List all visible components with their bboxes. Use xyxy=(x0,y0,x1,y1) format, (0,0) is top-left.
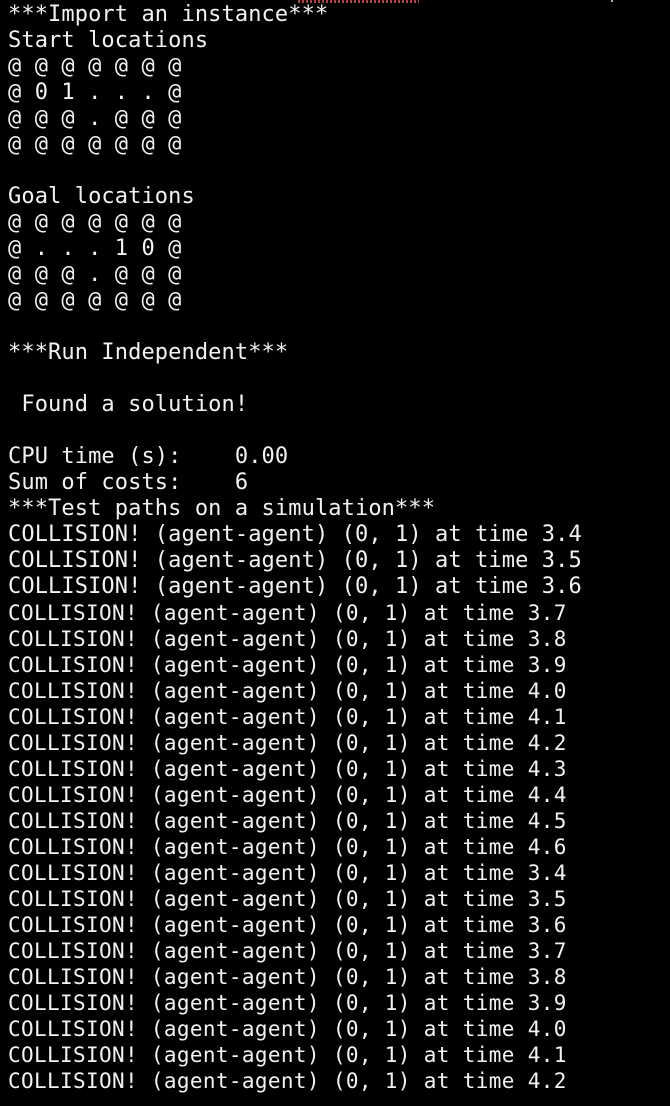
terminal-line-sum-of-costs: Sum of costs: 6 xyxy=(8,470,249,495)
terminal-line-collision: COLLISION! (agent-agent) (0, 1) at time … xyxy=(8,965,567,989)
terminal-line-goal-grid-row-4: @ @ @ @ @ @ @ xyxy=(8,288,182,313)
terminal-line-collision: COLLISION! (agent-agent) (0, 1) at time … xyxy=(8,574,582,599)
terminal-line-goal-locations-title: Goal locations xyxy=(8,184,195,209)
terminal-line-found-solution: Found a solution! xyxy=(8,392,249,417)
terminal-line-start-grid-row-4: @ @ @ @ @ @ @ xyxy=(8,132,182,157)
terminal-line-collision: COLLISION! (agent-agent) (0, 1) at time … xyxy=(8,783,567,807)
terminal-line-goal-grid-row-1: @ @ @ @ @ @ @ xyxy=(8,210,182,235)
terminal-line-test-paths: ***Test paths on a simulation*** xyxy=(8,496,436,521)
terminal-line-collision: COLLISION! (agent-agent) (0, 1) at time … xyxy=(8,1043,567,1067)
terminal-output: ***Import an instance*** Start locations… xyxy=(8,2,670,1094)
terminal-line-collision: COLLISION! (agent-agent) (0, 1) at time … xyxy=(8,1017,567,1041)
terminal-line-collision: COLLISION! (agent-agent) (0, 1) at time … xyxy=(8,939,567,963)
terminal-line-run-independent: ***Run Independent*** xyxy=(8,340,289,365)
terminal-line-collision: COLLISION! (agent-agent) (0, 1) at time … xyxy=(8,679,567,703)
terminal-line-cpu-time: CPU time (s): 0.00 xyxy=(8,444,289,469)
terminal-line-collision: COLLISION! (agent-agent) (0, 1) at time … xyxy=(8,653,567,677)
terminal-line-collision: COLLISION! (agent-agent) (0, 1) at time … xyxy=(8,835,567,859)
terminal-line-collision: COLLISION! (agent-agent) (0, 1) at time … xyxy=(8,913,567,937)
terminal-line-goal-grid-row-2: @ . . . 1 0 @ xyxy=(8,236,182,261)
terminal-line-collision: COLLISION! (agent-agent) (0, 1) at time … xyxy=(8,757,567,781)
terminal-line-collision: COLLISION! (agent-agent) (0, 1) at time … xyxy=(8,627,567,651)
terminal-line-collision: COLLISION! (agent-agent) (0, 1) at time … xyxy=(8,887,567,911)
terminal-line-collision: COLLISION! (agent-agent) (0, 1) at time … xyxy=(8,522,582,547)
terminal-line-collision: COLLISION! (agent-agent) (0, 1) at time … xyxy=(8,1069,567,1093)
terminal-line-collision: COLLISION! (agent-agent) (0, 1) at time … xyxy=(8,705,567,729)
terminal-line-collision: COLLISION! (agent-agent) (0, 1) at time … xyxy=(8,548,582,573)
terminal-line-start-grid-row-1: @ @ @ @ @ @ @ xyxy=(8,54,182,79)
terminal-line-collision: COLLISION! (agent-agent) (0, 1) at time … xyxy=(8,731,567,755)
terminal-line-collision: COLLISION! (agent-agent) (0, 1) at time … xyxy=(8,861,567,885)
terminal-line-start-grid-row-2: @ 0 1 . . . @ xyxy=(8,80,182,105)
terminal-line-collision: COLLISION! (agent-agent) (0, 1) at time … xyxy=(8,991,567,1015)
terminal-line-start-grid-row-3: @ @ @ . @ @ @ xyxy=(8,106,182,131)
terminal-line-collision: COLLISION! (agent-agent) (0, 1) at time … xyxy=(8,809,567,833)
terminal-line-goal-grid-row-3: @ @ @ . @ @ @ xyxy=(8,262,182,287)
terminal-window[interactable]: ***Import an instance*** Start locations… xyxy=(0,0,670,1106)
terminal-line-collision: COLLISION! (agent-agent) (0, 1) at time … xyxy=(8,601,567,625)
terminal-line-start-locations-title: Start locations xyxy=(8,28,209,53)
terminal-line-import-instance: ***Import an instance*** xyxy=(8,2,329,27)
